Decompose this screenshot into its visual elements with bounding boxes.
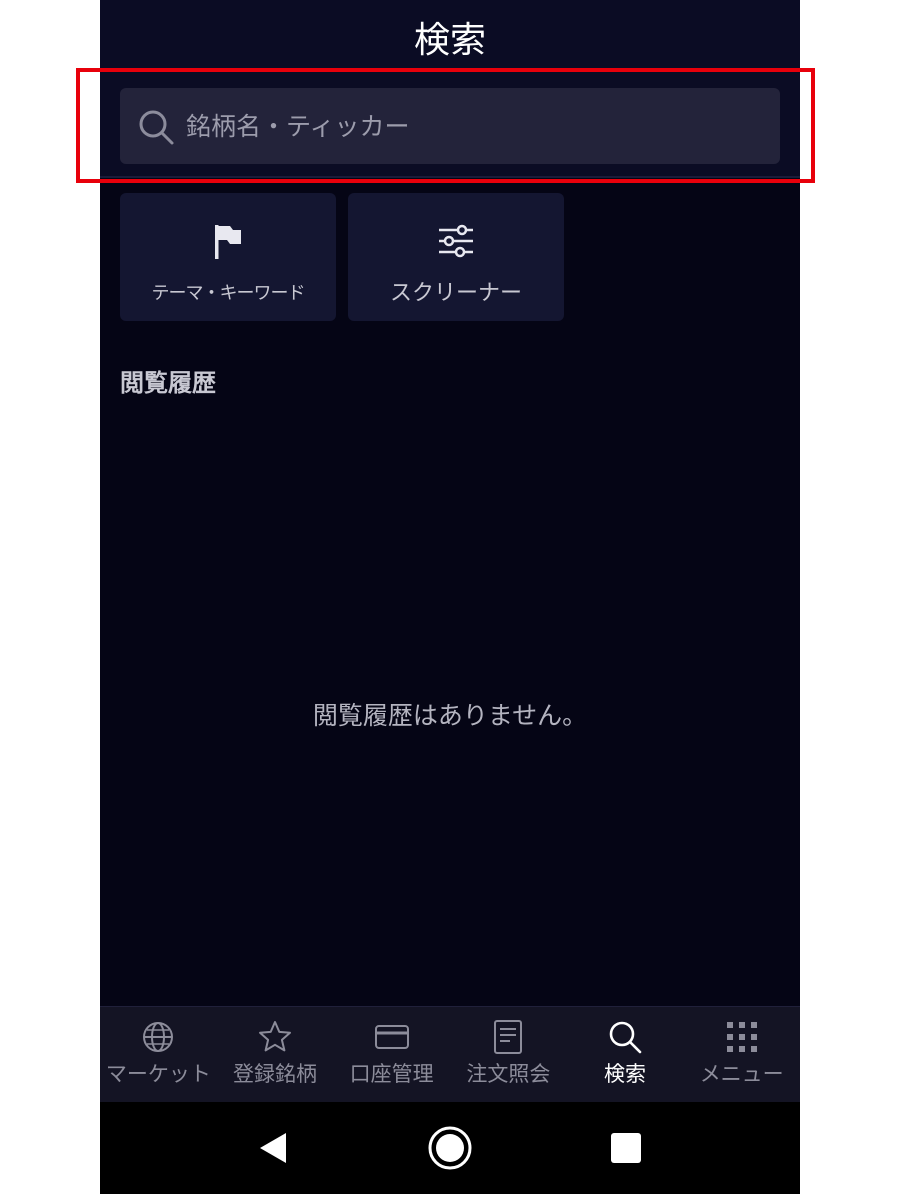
history-empty-message: 閲覧履歴はありません。 <box>312 701 588 730</box>
tab-account-label: 口座管理 <box>349 1062 434 1086</box>
sliders-icon <box>439 224 473 258</box>
tab-menu[interactable]: メニュー <box>683 1007 800 1103</box>
tab-watchlist-label: 登録銘柄 <box>233 1062 317 1086</box>
back-icon[interactable] <box>248 1122 300 1174</box>
tab-market[interactable]: マーケット <box>100 1007 217 1103</box>
document-icon <box>494 1020 523 1054</box>
grid-menu-icon <box>726 1022 757 1052</box>
tab-account[interactable]: 口座管理 <box>333 1007 450 1103</box>
tab-search[interactable]: 検索 <box>567 1007 684 1103</box>
page-title: 検索 <box>413 20 486 61</box>
tab-menu-label: メニュー <box>699 1062 784 1086</box>
star-icon <box>259 1021 291 1052</box>
screener-label: スクリーナー <box>389 281 522 306</box>
theme-keyword-label: テーマ・キーワード <box>151 283 306 304</box>
tab-watchlist[interactable]: 登録銘柄 <box>217 1007 334 1103</box>
tab-market-label: マーケット <box>105 1062 211 1086</box>
tab-orders[interactable]: 注文照会 <box>450 1007 567 1103</box>
bottom-tab-bar: マーケット 登録銘柄 口座管理 注文照会 検索 メニュー <box>100 1006 800 1103</box>
system-navigation-bar <box>100 1102 800 1194</box>
screener-button[interactable]: スクリーナー <box>348 193 564 321</box>
globe-icon <box>143 1022 174 1052</box>
tab-search-label: 検索 <box>604 1062 647 1086</box>
search-icon <box>609 1021 642 1054</box>
recents-icon[interactable] <box>600 1122 652 1174</box>
card-icon <box>374 1025 409 1049</box>
flag-icon <box>215 225 241 259</box>
home-icon[interactable] <box>424 1122 476 1174</box>
highlight-annotation <box>76 68 815 183</box>
history-heading: 閲覧履歴 <box>120 369 216 397</box>
tab-orders-label: 注文照会 <box>466 1062 551 1086</box>
theme-keyword-button[interactable]: テーマ・キーワード <box>120 193 336 321</box>
